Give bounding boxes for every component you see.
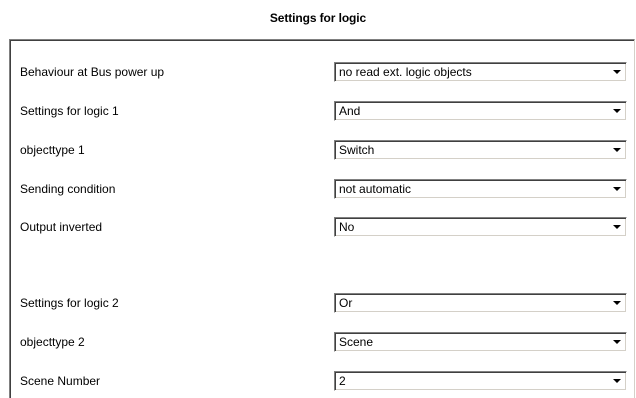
dropdown-value: No (339, 220, 355, 234)
chevron-down-icon (613, 70, 621, 74)
dropdown-button[interactable] (609, 334, 625, 350)
sending-condition-dropdown[interactable]: not automatic (334, 179, 627, 199)
chevron-down-icon (613, 301, 621, 305)
objecttype-2-dropdown[interactable]: Scene (334, 332, 627, 352)
objecttype-1-dropdown[interactable]: Switch (334, 140, 627, 160)
setting-label: Behaviour at Bus power up (20, 65, 165, 79)
behaviour-bus-power-up-dropdown[interactable]: no read ext. logic objects (334, 62, 627, 82)
header: Settings for logic (0, 0, 636, 38)
setting-label: Scene Number (20, 374, 101, 388)
setting-row-logic-1: Settings for logic 1 And (10, 101, 636, 123)
dropdown-value: Scene (339, 335, 374, 349)
page-title: Settings for logic (269, 11, 367, 25)
setting-label: Settings for logic 1 (20, 104, 119, 118)
setting-label: objecttype 2 (20, 335, 85, 349)
dropdown-button[interactable] (609, 181, 625, 197)
chevron-down-icon (613, 225, 621, 229)
chevron-down-icon (613, 187, 621, 191)
setting-row-behaviour-bus-power-up: Behaviour at Bus power up no read ext. l… (10, 62, 636, 84)
setting-row-logic-2: Settings for logic 2 Or (10, 293, 636, 315)
dropdown-button[interactable] (609, 295, 625, 311)
setting-label: Settings for logic 2 (20, 296, 119, 310)
chevron-down-icon (613, 340, 621, 344)
setting-row-objecttype-1: objecttype 1 Switch (10, 140, 636, 162)
dropdown-value: 2 (339, 374, 346, 388)
dropdown-button[interactable] (609, 142, 625, 158)
dropdown-value: Switch (339, 143, 375, 157)
dropdown-button[interactable] (609, 103, 625, 119)
output-inverted-dropdown[interactable]: No (334, 217, 627, 237)
setting-row-sending-condition: Sending condition not automatic (10, 179, 636, 201)
setting-row-objecttype-2: objecttype 2 Scene (10, 332, 636, 354)
dropdown-button[interactable] (609, 64, 625, 80)
dropdown-button[interactable] (609, 373, 625, 389)
dropdown-value: no read ext. logic objects (339, 65, 472, 79)
setting-label: Sending condition (20, 182, 116, 196)
dropdown-value: And (339, 104, 361, 118)
setting-row-scene-number: Scene Number 2 (10, 371, 636, 393)
dropdown-value: not automatic (339, 182, 412, 196)
logic-2-dropdown[interactable]: Or (334, 293, 627, 313)
setting-label: objecttype 1 (20, 143, 85, 157)
scene-number-dropdown[interactable]: 2 (334, 371, 627, 391)
chevron-down-icon (613, 148, 621, 152)
setting-row-output-inverted: Output inverted No (10, 217, 636, 239)
settings-panel: Behaviour at Bus power up no read ext. l… (9, 39, 635, 398)
logic-1-dropdown[interactable]: And (334, 101, 627, 121)
setting-label: Output inverted (20, 220, 103, 234)
chevron-down-icon (613, 109, 621, 113)
dropdown-button[interactable] (609, 219, 625, 235)
dropdown-value: Or (339, 296, 353, 310)
chevron-down-icon (613, 379, 621, 383)
